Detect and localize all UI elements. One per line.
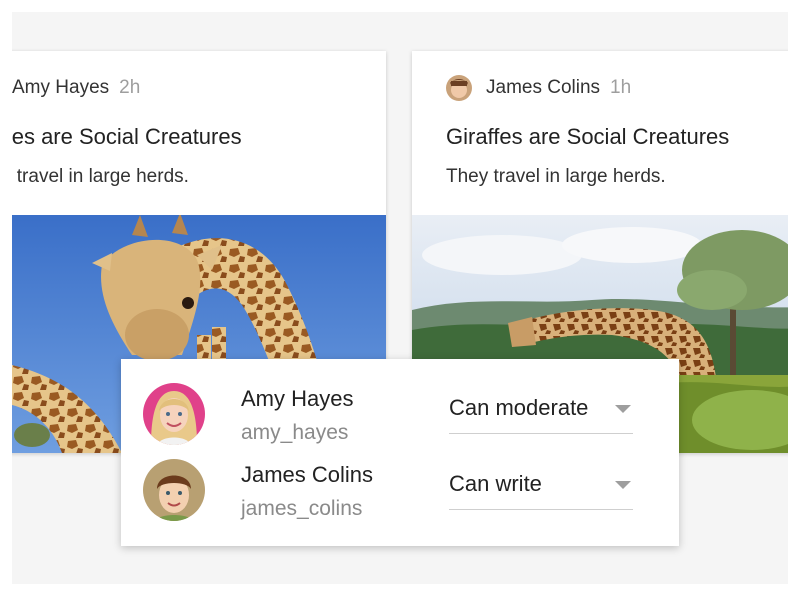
member-username: amy_hayes bbox=[241, 421, 349, 444]
avatar[interactable] bbox=[143, 383, 205, 445]
permission-select[interactable]: Can write bbox=[449, 461, 633, 510]
post-title: Giraffes are Social Creatures bbox=[446, 124, 730, 149]
post-time: 1h bbox=[610, 77, 632, 98]
member-row: Amy Hayes amy_hayes Can moderate bbox=[121, 381, 679, 457]
post-subtitle: They travel in large herds. bbox=[446, 166, 666, 187]
boy-avatar-icon bbox=[143, 459, 205, 521]
author-name[interactable]: Amy Hayes bbox=[12, 77, 109, 99]
post-subtitle: y travel in large herds. bbox=[12, 166, 189, 187]
card-header: James Colins 1h bbox=[446, 75, 631, 101]
post-time: 2h bbox=[119, 77, 141, 98]
card-header: Amy Hayes 2h bbox=[12, 75, 140, 101]
member-permissions-panel: Amy Hayes amy_hayes Can moderate James C… bbox=[121, 359, 679, 546]
permission-value: Can moderate bbox=[449, 395, 589, 420]
member-name: Amy Hayes bbox=[241, 386, 354, 411]
canvas: Amy Hayes 2h iffes are Social Creatures … bbox=[12, 12, 788, 584]
member-row: James Colins james_colins Can write bbox=[121, 457, 679, 533]
boy-avatar-icon bbox=[446, 75, 472, 101]
author-name[interactable]: James Colins bbox=[486, 77, 600, 99]
member-name: James Colins bbox=[241, 462, 374, 487]
member-username: james_colins bbox=[241, 497, 363, 520]
girl-avatar-icon bbox=[143, 383, 205, 445]
permission-value: Can write bbox=[449, 471, 542, 496]
permission-select[interactable]: Can moderate bbox=[449, 385, 633, 434]
avatar[interactable] bbox=[143, 459, 205, 521]
dropdown-arrow-icon bbox=[615, 405, 631, 413]
dropdown-arrow-icon bbox=[615, 481, 631, 489]
post-title: iffes are Social Creatures bbox=[12, 124, 242, 149]
avatar[interactable] bbox=[446, 75, 472, 101]
